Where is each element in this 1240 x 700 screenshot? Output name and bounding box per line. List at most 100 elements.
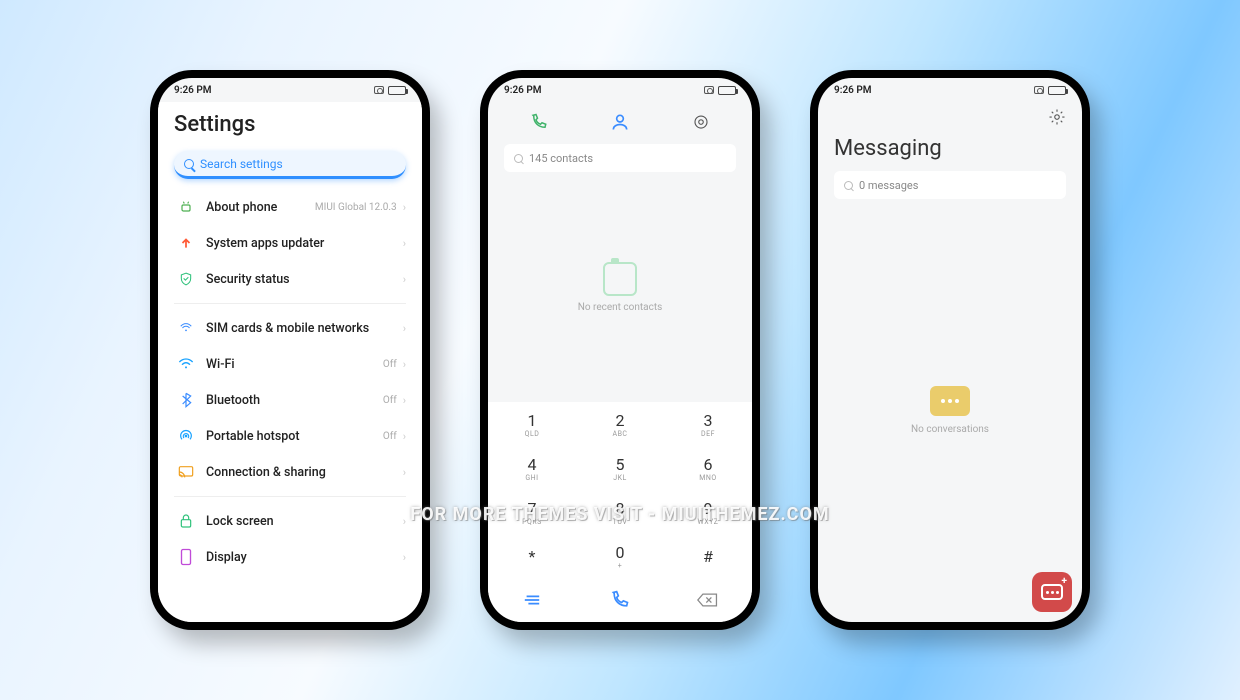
key-letters: MNO xyxy=(699,474,716,482)
status-bar: 9:26 PM xyxy=(488,78,752,102)
chat-bubble-icon xyxy=(930,386,970,416)
settings-row-lock-screen[interactable]: Lock screen› xyxy=(174,503,406,539)
contacts-count: 145 contacts xyxy=(529,152,593,165)
row-label: About phone xyxy=(206,200,315,215)
backspace-icon xyxy=(697,592,719,608)
settings-row-portable-hotspot[interactable]: Portable hotspotOff› xyxy=(174,418,406,454)
dialpad: 1QLD2ABC3DEF4GHI5JKL6MNO7PQRS8TUV9WXYZ*0… xyxy=(488,402,752,578)
search-settings-input[interactable]: Search settings xyxy=(174,151,406,179)
row-trail: Off xyxy=(383,431,397,442)
row-trail: MIUI Global 12.0.3 xyxy=(315,202,397,213)
display-icon xyxy=(174,548,198,566)
dialpad-key-#[interactable]: # xyxy=(664,534,752,578)
key-number: 6 xyxy=(704,455,713,474)
dialpad-key-3[interactable]: 3DEF xyxy=(664,402,752,446)
compose-icon xyxy=(1041,584,1063,600)
chevron-right-icon: › xyxy=(403,394,406,407)
gear-icon xyxy=(1048,108,1066,126)
row-label: System apps updater xyxy=(206,236,403,251)
status-time: 9:26 PM xyxy=(174,85,212,96)
camera-icon xyxy=(1034,86,1044,94)
key-number: 2 xyxy=(616,411,625,430)
settings-row-display[interactable]: Display› xyxy=(174,539,406,575)
backspace-button[interactable] xyxy=(664,578,752,622)
dialpad-key-4[interactable]: 4GHI xyxy=(488,446,576,490)
settings-row-bluetooth[interactable]: BluetoothOff› xyxy=(174,382,406,418)
status-bar: 9:26 PM xyxy=(818,78,1082,102)
chevron-right-icon: › xyxy=(403,551,406,564)
bluetooth-icon xyxy=(174,392,198,408)
menu-button[interactable] xyxy=(488,578,576,622)
sim-icon xyxy=(174,321,198,335)
phone-icon xyxy=(610,590,630,610)
arrow-up-icon xyxy=(174,236,198,250)
shield-icon xyxy=(174,271,198,287)
chevron-right-icon: › xyxy=(403,273,406,286)
chevron-right-icon: › xyxy=(403,237,406,250)
battery-icon xyxy=(1048,86,1066,95)
key-letters: TUV xyxy=(613,518,628,526)
dialpad-key-5[interactable]: 5JKL xyxy=(576,446,664,490)
compose-button[interactable]: + xyxy=(1032,572,1072,612)
row-trail: Off xyxy=(383,359,397,370)
row-label: SIM cards & mobile networks xyxy=(206,321,403,336)
recent-empty-label: No recent contacts xyxy=(578,302,663,313)
chevron-right-icon: › xyxy=(403,430,406,443)
settings-row-about-phone[interactable]: About phoneMIUI Global 12.0.3 › xyxy=(174,189,406,225)
chevron-right-icon: › xyxy=(403,201,406,214)
dialpad-key-8[interactable]: 8TUV xyxy=(576,490,664,534)
row-label: Security status xyxy=(206,272,403,287)
tab-dialer-settings[interactable] xyxy=(689,113,713,131)
battery-icon xyxy=(388,86,406,95)
row-label: Lock screen xyxy=(206,514,403,529)
settings-row-security-status[interactable]: Security status› xyxy=(174,261,406,297)
settings-row-wi-fi[interactable]: Wi-FiOff› xyxy=(174,346,406,382)
settings-row-system-apps-updater[interactable]: System apps updater› xyxy=(174,225,406,261)
key-number: 7 xyxy=(528,499,537,518)
messages-empty: No conversations xyxy=(834,199,1066,622)
phone-icon xyxy=(530,113,548,131)
call-button[interactable] xyxy=(576,578,664,622)
messages-count: 0 messages xyxy=(859,179,918,192)
phone-settings: 9:26 PM Settings Search settings About p… xyxy=(150,70,430,630)
cast-icon xyxy=(174,465,198,479)
page-title: Messaging xyxy=(834,136,1066,161)
key-letters: JKL xyxy=(613,474,627,482)
hotspot-icon xyxy=(174,428,198,444)
gear-eye-icon xyxy=(692,113,710,131)
contacts-search-input[interactable]: 145 contacts xyxy=(504,144,736,172)
key-number: # xyxy=(703,547,713,566)
settings-row-sim-cards-mobile-networks[interactable]: SIM cards & mobile networks› xyxy=(174,310,406,346)
recent-contacts-empty: No recent contacts xyxy=(488,172,752,402)
dialpad-key-6[interactable]: 6MNO xyxy=(664,446,752,490)
key-number: 4 xyxy=(528,455,537,474)
messages-empty-label: No conversations xyxy=(911,424,989,435)
chevron-right-icon: › xyxy=(403,515,406,528)
dialpad-key-*[interactable]: * xyxy=(488,534,576,578)
status-time: 9:26 PM xyxy=(834,85,872,96)
chevron-right-icon: › xyxy=(403,322,406,335)
messaging-settings-button[interactable] xyxy=(1048,108,1066,126)
tab-contacts[interactable] xyxy=(608,112,632,132)
dialpad-key-0[interactable]: 0+ xyxy=(576,534,664,578)
key-number: 5 xyxy=(616,455,625,474)
wifi-icon xyxy=(174,358,198,370)
key-number: 9 xyxy=(704,499,713,518)
dialpad-key-9[interactable]: 9WXYZ xyxy=(664,490,752,534)
dialpad-key-7[interactable]: 7PQRS xyxy=(488,490,576,534)
key-number: * xyxy=(529,547,536,566)
menu-icon xyxy=(523,593,541,607)
settings-row-connection-sharing[interactable]: Connection & sharing› xyxy=(174,454,406,490)
person-icon xyxy=(610,112,630,132)
dialpad-key-2[interactable]: 2ABC xyxy=(576,402,664,446)
plus-icon: + xyxy=(1062,576,1067,587)
key-number: 8 xyxy=(616,499,625,518)
messages-search-input[interactable]: 0 messages xyxy=(834,171,1066,199)
android-icon xyxy=(174,199,198,215)
dialpad-key-1[interactable]: 1QLD xyxy=(488,402,576,446)
phone-messaging: 9:26 PM Messaging 0 messages No conversa… xyxy=(810,70,1090,630)
row-label: Wi-Fi xyxy=(206,357,383,372)
tab-calls[interactable] xyxy=(527,113,551,131)
key-letters: QLD xyxy=(525,430,540,438)
key-letters: WXYZ xyxy=(698,518,719,526)
